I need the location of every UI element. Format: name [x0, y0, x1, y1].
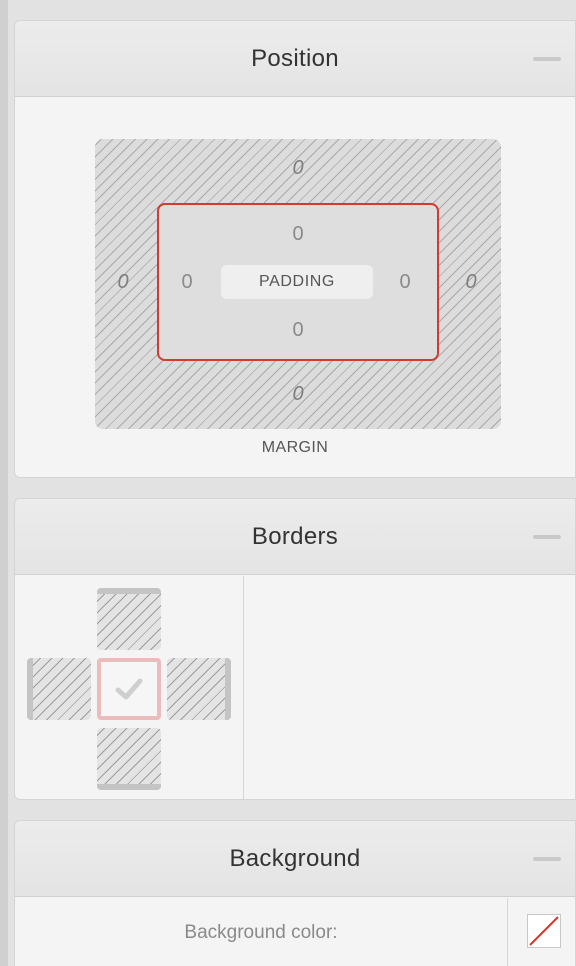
borders-title: Borders	[251, 522, 339, 550]
borders-collapse-icon[interactable]	[533, 534, 561, 539]
position-panel: Position 0 0 0 0 0 0 PADDING 0 0 MARGIN	[14, 20, 576, 478]
margin-label: MARGIN	[261, 439, 329, 456]
no-color-icon	[529, 916, 559, 946]
background-collapse-icon[interactable]	[533, 856, 561, 861]
padding-box: 0 0 PADDING 0 0	[157, 203, 439, 361]
checkmark-icon	[115, 678, 143, 700]
margin-bottom-value[interactable]: 0	[278, 383, 318, 406]
borders-divider	[243, 576, 244, 799]
position-collapse-icon[interactable]	[533, 56, 561, 61]
margin-box: 0 0 0 0 0 0 PADDING 0 0	[95, 139, 501, 429]
border-left-slot[interactable]	[27, 658, 91, 720]
padding-label: PADDING	[221, 265, 373, 299]
background-color-swatch[interactable]	[527, 914, 561, 948]
margin-left-value[interactable]: 0	[103, 271, 143, 294]
background-header[interactable]: Background	[15, 821, 575, 897]
background-color-label: Background color:	[184, 922, 338, 943]
background-panel: Background Background color:	[14, 820, 576, 966]
background-color-row: Background color:	[15, 898, 575, 966]
margin-right-value[interactable]: 0	[451, 271, 491, 294]
position-title: Position	[251, 44, 339, 72]
border-right-slot[interactable]	[167, 658, 231, 720]
padding-left-value[interactable]: 0	[167, 271, 207, 294]
padding-bottom-value[interactable]: 0	[278, 319, 318, 342]
background-title: Background	[229, 844, 361, 872]
borders-header[interactable]: Borders	[15, 499, 575, 575]
border-top-slot[interactable]	[97, 588, 161, 650]
padding-top-value[interactable]: 0	[278, 223, 318, 246]
borders-body	[15, 576, 575, 799]
padding-right-value[interactable]: 0	[385, 271, 425, 294]
background-divider	[507, 898, 508, 966]
position-header[interactable]: Position	[15, 21, 575, 97]
margin-top-value[interactable]: 0	[278, 157, 318, 180]
borders-panel: Borders	[14, 498, 576, 800]
left-edge	[0, 0, 8, 966]
border-bottom-slot[interactable]	[97, 728, 161, 790]
border-all-toggle[interactable]	[97, 658, 161, 720]
